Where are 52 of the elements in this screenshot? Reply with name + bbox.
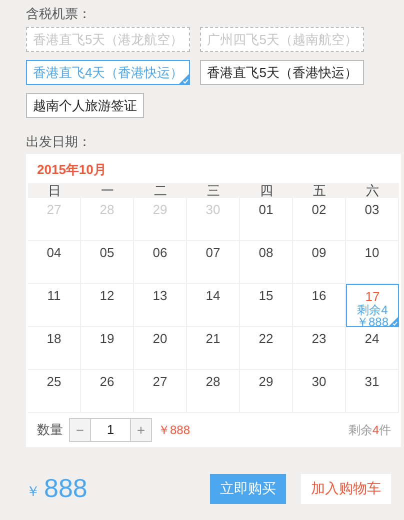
day-cell[interactable]: 30 bbox=[293, 370, 346, 413]
day-cell[interactable]: 26 bbox=[81, 370, 134, 413]
weekday-label: 三 bbox=[206, 183, 221, 198]
quantity-label: 数量 bbox=[37, 421, 63, 440]
day-cell[interactable]: 06 bbox=[134, 241, 187, 284]
weekday-label: 四 bbox=[259, 183, 274, 198]
month-title: 2015年10月 bbox=[36, 161, 108, 179]
day-cell[interactable]: 12 bbox=[81, 284, 134, 327]
day-cell[interactable]: 25 bbox=[28, 370, 81, 413]
section-label: 含税机票： bbox=[26, 5, 92, 23]
day-cell[interactable]: 27 bbox=[134, 370, 187, 413]
weekday-label: 日 bbox=[47, 183, 62, 198]
day-cell[interactable]: 03 bbox=[346, 198, 399, 241]
day-cell[interactable]: 01 bbox=[240, 198, 293, 241]
day-cell[interactable]: 14 bbox=[187, 284, 240, 327]
currency-symbol: ￥ bbox=[26, 482, 40, 501]
day-cell[interactable]: 31 bbox=[346, 370, 399, 413]
stock-count: 4 bbox=[372, 422, 379, 439]
day-cell[interactable]: 29 bbox=[240, 370, 293, 413]
weekday-label: 一 bbox=[100, 183, 115, 198]
check-corner-icon bbox=[179, 74, 190, 84]
day-cell[interactable]: 23 bbox=[293, 327, 346, 370]
total-price: 888 bbox=[44, 472, 88, 505]
day-cell[interactable]: 20 bbox=[134, 327, 187, 370]
weekday-label: 五 bbox=[312, 183, 327, 198]
day-cell[interactable]: 19 bbox=[81, 327, 134, 370]
option-button[interactable]: 香港直飞5天（香港快运） bbox=[200, 60, 364, 85]
day-cell[interactable]: 15 bbox=[240, 284, 293, 327]
quantity-field[interactable]: 1 bbox=[91, 418, 130, 442]
day-cell[interactable]: 24 bbox=[346, 327, 399, 370]
day-cell[interactable]: 04 bbox=[28, 241, 81, 284]
day-cell[interactable]: 16 bbox=[293, 284, 346, 327]
day-cell[interactable]: 21 bbox=[187, 327, 240, 370]
stock-text: 剩余 bbox=[348, 422, 372, 439]
weekday-label: 二 bbox=[153, 183, 168, 198]
day-cell[interactable]: 08 bbox=[240, 241, 293, 284]
day-cell[interactable]: 10 bbox=[346, 241, 399, 284]
check-corner-icon bbox=[389, 317, 398, 326]
day-cell[interactable]: 11 bbox=[28, 284, 81, 327]
unit-price: ￥888 bbox=[158, 422, 190, 439]
stock-text: 件 bbox=[379, 422, 391, 439]
day-cell[interactable]: 09 bbox=[293, 241, 346, 284]
day-cell[interactable]: 28 bbox=[187, 370, 240, 413]
day-cell[interactable]: 22 bbox=[240, 327, 293, 370]
weekday-label: 六 bbox=[365, 183, 380, 198]
day-cell[interactable]: 18 bbox=[28, 327, 81, 370]
day-cell[interactable]: 05 bbox=[81, 241, 134, 284]
day-cell[interactable]: 13 bbox=[134, 284, 187, 327]
day-cell[interactable]: 07 bbox=[187, 241, 240, 284]
option-button[interactable]: 越南个人旅游签证 bbox=[26, 93, 144, 118]
section-label: 出发日期： bbox=[26, 133, 92, 150]
day-cell[interactable]: 02 bbox=[293, 198, 346, 241]
